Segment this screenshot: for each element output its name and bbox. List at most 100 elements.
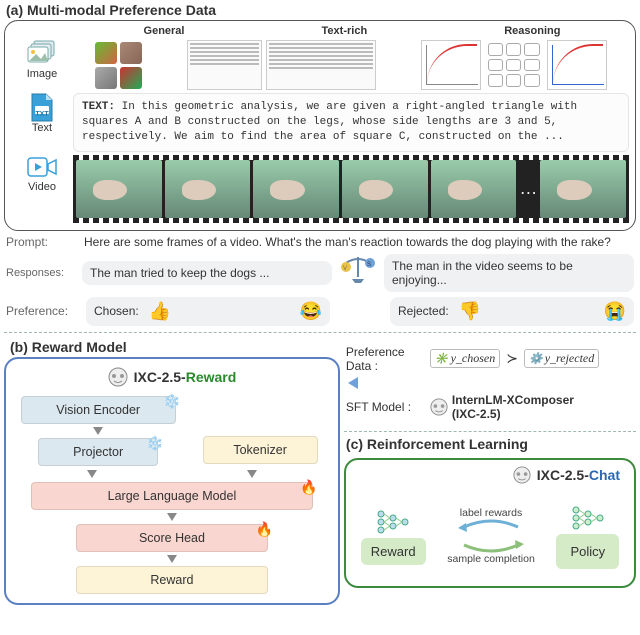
thumb-cat bbox=[95, 67, 117, 89]
video-filmstrip: … bbox=[73, 155, 629, 223]
monkey-icon bbox=[108, 367, 128, 387]
reasoning-thumbs bbox=[421, 40, 607, 90]
arrow-down-icon bbox=[247, 470, 257, 478]
block-llm: Large Language Model🔥 bbox=[31, 482, 313, 510]
snowflake-icon: ❄️ bbox=[146, 435, 163, 452]
response-rejected-text: The man in the video seems to be enjoyin… bbox=[384, 254, 634, 292]
sft-model-name-2: (IXC-2.5) bbox=[452, 407, 574, 421]
preference-label: Preference: bbox=[6, 304, 78, 318]
video-frame bbox=[342, 160, 428, 218]
a-row-text-label: Text bbox=[32, 122, 52, 134]
sun-icon bbox=[435, 351, 449, 366]
reasoning-graph-2 bbox=[547, 40, 607, 90]
label-rewards-text: label rewards bbox=[460, 507, 522, 520]
rl-loop: Reward label rewards sample completion P… bbox=[350, 490, 630, 582]
pref-data-label: Preference Data : bbox=[346, 345, 424, 373]
arrow-down-icon bbox=[167, 555, 177, 563]
pref-rejected: Rejected: bbox=[390, 297, 634, 326]
prompt-text: Here are some frames of a video. What's … bbox=[84, 235, 611, 249]
block-tokenizer: Tokenizer bbox=[203, 436, 318, 464]
responses-label: Responses: bbox=[6, 267, 78, 279]
svg-text:V: V bbox=[343, 266, 347, 272]
block-reward: Reward bbox=[76, 566, 268, 594]
y-rejected-badge: y_rejected bbox=[524, 349, 599, 368]
reasoning-icon-grid bbox=[485, 40, 543, 90]
chat-model-name: IXC-2.5-Chat bbox=[350, 466, 620, 484]
pref-rejected-label: Rejected: bbox=[398, 304, 449, 318]
vs-scale-icon: VS bbox=[336, 251, 380, 295]
prompt-label: Prompt: bbox=[6, 235, 78, 249]
a-row-video-label-group: Video bbox=[11, 155, 73, 193]
thumb-dog bbox=[120, 42, 142, 64]
doc-thumb-2 bbox=[266, 40, 376, 90]
rl-policy-box: Policy bbox=[556, 534, 619, 569]
a-row-text: TXT Text TEXT: In this geometric analysi… bbox=[11, 93, 629, 152]
prompt-row: Prompt: Here are some frames of a video.… bbox=[6, 235, 634, 249]
col-textrich: Text-rich bbox=[322, 25, 368, 37]
block-vision-encoder: Vision Encoder❄️ bbox=[21, 396, 176, 424]
thumb-fruit bbox=[120, 67, 142, 89]
general-image-thumbs bbox=[95, 42, 142, 89]
text-sample-panel: TEXT: In this geometric analysis, we are… bbox=[73, 93, 629, 152]
gear-icon bbox=[529, 351, 543, 366]
video-icon bbox=[27, 155, 57, 179]
sft-model-name: InternLM-XComposer bbox=[452, 393, 574, 407]
col-reasoning: Reasoning bbox=[504, 25, 560, 37]
section-b-title: (b) Reward Model bbox=[10, 339, 334, 355]
preference-row: Preference: Chosen: Rejected: bbox=[6, 297, 634, 326]
cry-emoji-icon bbox=[604, 301, 626, 322]
flame-icon: 🔥 bbox=[300, 479, 317, 496]
sample-completion-text: sample completion bbox=[447, 553, 535, 566]
reasoning-graph-1 bbox=[421, 40, 481, 90]
video-frame bbox=[253, 160, 339, 218]
panel-c: IXC-2.5-Chat Reward label rewards sample… bbox=[344, 458, 636, 588]
a-row-video: Video … bbox=[11, 155, 629, 223]
flame-icon: 🔥 bbox=[255, 521, 272, 538]
loop-arrows-icon bbox=[456, 519, 526, 553]
textrich-doc-thumbs bbox=[187, 40, 376, 90]
a-row-image-label-group: Image bbox=[11, 40, 73, 80]
video-frame bbox=[76, 160, 162, 218]
thumbs-down-icon bbox=[459, 301, 481, 322]
section-a-title: (a) Multi-modal Preference Data bbox=[6, 2, 634, 18]
panel-a: General Text-rich Reasoning Image bbox=[4, 20, 636, 231]
responses-row: Responses: The man tried to keep the dog… bbox=[6, 251, 634, 295]
text-sample-prefix: TEXT: bbox=[82, 101, 115, 113]
y-chosen-badge: y_chosen bbox=[430, 349, 500, 368]
a-row-image: Image bbox=[11, 40, 629, 90]
panel-b: IXC-2.5-Reward Vision Encoder❄️ Projecto… bbox=[4, 357, 340, 605]
pref-chosen-label: Chosen: bbox=[94, 304, 139, 318]
reward-model-name: IXC-2.5-Reward bbox=[12, 367, 332, 387]
text-sample-body: In this geometric analysis, we are given… bbox=[82, 101, 577, 143]
policy-net-icon bbox=[571, 504, 605, 532]
laugh-emoji-icon bbox=[300, 301, 322, 322]
video-frame bbox=[165, 160, 251, 218]
arrow-down-icon bbox=[87, 470, 97, 478]
arrow-down-icon bbox=[93, 427, 103, 435]
svg-text:S: S bbox=[367, 262, 371, 268]
a-row-video-label: Video bbox=[28, 181, 56, 193]
video-frame bbox=[431, 160, 517, 218]
monkey-icon bbox=[430, 398, 448, 416]
a-row-image-label: Image bbox=[27, 68, 58, 80]
left-arrow-icon bbox=[348, 377, 358, 389]
doc-thumb-1 bbox=[187, 40, 262, 90]
a-row-text-label-group: TXT Text bbox=[11, 93, 73, 134]
pref-chosen: Chosen: bbox=[86, 297, 330, 326]
response-chosen-text: The man tried to keep the dogs ... bbox=[82, 261, 332, 285]
image-stack-icon bbox=[27, 40, 57, 66]
thumb-salad bbox=[95, 42, 117, 64]
sft-model-label: SFT Model : bbox=[346, 400, 424, 414]
thumbs-up-icon bbox=[149, 301, 171, 322]
ellipsis: … bbox=[519, 178, 537, 199]
a-column-headers: General Text-rich Reasoning bbox=[75, 25, 629, 37]
col-general: General bbox=[144, 25, 185, 37]
reward-net-icon bbox=[376, 508, 410, 536]
block-projector: Projector❄️ bbox=[38, 438, 159, 466]
text-file-icon bbox=[29, 93, 55, 123]
arrow-down-icon bbox=[167, 513, 177, 521]
snowflake-icon: ❄️ bbox=[163, 393, 180, 410]
txt-badge: TXT bbox=[35, 111, 48, 118]
succ-symbol: ≻ bbox=[506, 350, 518, 367]
section-c-title: (c) Reinforcement Learning bbox=[346, 436, 630, 452]
